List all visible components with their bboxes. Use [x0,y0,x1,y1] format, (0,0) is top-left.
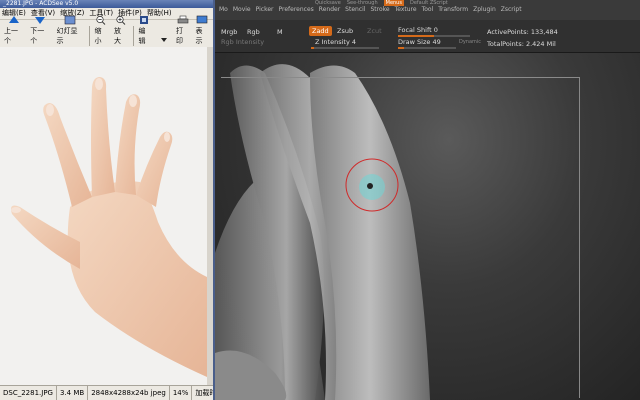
acdsee-window: _2281.JPG - ACDSee v5.0 编辑(E) 查看(V) 缩放(Z… [0,0,215,400]
nail [164,132,170,142]
draw-size-slider[interactable] [398,47,456,49]
nail [46,104,54,116]
zoom-out-icon [96,15,106,25]
prev-button[interactable]: 上一个 [2,15,26,46]
hand-photo [11,77,207,377]
status-zoom: 14% [170,386,193,400]
toolbar-separator [132,26,134,46]
toolbar-separator [88,26,90,46]
zbrush-menu-bar: Quicksave See-through Menus Default ZScr… [215,0,640,20]
canvas-border [221,77,580,398]
zoom-in-icon [116,15,126,25]
edit-button[interactable]: 编辑 [136,15,154,46]
rgb-intensity-slider[interactable]: Rgb Intensity [221,38,264,46]
nail [129,95,137,107]
see-through-button[interactable]: See-through [347,0,378,6]
status-filesize: 3.4 MB [57,386,89,400]
status-dimensions: 2848x4288x24b jpeg [88,386,170,400]
menus-button[interactable]: Menus [383,0,404,6]
default-zscript-button[interactable]: Default ZScript [410,0,448,6]
draw-size-label: Draw Size 49 [398,38,441,46]
chevron-down-icon [160,38,167,42]
photo-preview [0,47,207,386]
slideshow-icon [64,15,76,25]
m-button[interactable]: M [277,28,283,36]
mrgb-button[interactable]: Mrgb [221,28,237,36]
focal-shift-fill [398,35,434,37]
total-points-readout: TotalPoints: 2.424 Mil [487,40,556,48]
z-intensity-fill [311,47,314,49]
zoom-out-button[interactable]: 缩小 [93,15,111,46]
acdsee-title-bar: _2281.JPG - ACDSee v5.0 [0,0,213,8]
quicksave-button[interactable]: Quicksave [315,0,341,6]
arrow-down-icon [35,17,46,24]
slideshow-button[interactable]: 幻灯显示 [55,15,86,46]
next-button[interactable]: 下一个 [28,15,52,46]
z-intensity-slider[interactable] [311,47,379,49]
nail [11,207,21,213]
zsub-button[interactable]: Zsub [337,27,353,35]
print-button[interactable]: 打印 [174,15,192,46]
status-load-time: 加载时间 [192,386,213,400]
dynamic-button[interactable]: Dynamic [459,39,481,45]
rgb-button[interactable]: Rgb [247,28,260,36]
z-intensity-label: Z Intensity 4 [315,38,357,46]
active-points-readout: ActivePoints: 133,484 [487,28,558,36]
vertical-scrollbar[interactable] [207,47,213,386]
printer-icon [177,15,189,24]
desktop-icon [196,15,208,24]
edit-icon [140,16,149,24]
zoom-in-button[interactable]: 放大 [112,15,130,46]
draw-size-fill [398,47,404,49]
zcut-button[interactable]: Zcut [367,27,382,35]
focal-shift-label: Focal Shift 0 [398,26,438,34]
status-filename: DSC_2281.JPG [0,386,57,400]
arrow-up-icon [9,16,20,23]
zbrush-top-tabs: Quicksave See-through Menus Default ZScr… [215,0,640,6]
nail [95,78,103,90]
show-button[interactable]: 表示 [193,15,211,46]
focal-shift-slider[interactable] [398,35,470,37]
edit-dropdown[interactable] [156,35,172,46]
zbrush-top-shelf: Mrgb Rgb M Zadd Zsub Zcut Rgb Intensity … [215,20,640,53]
acdsee-status-bar: DSC_2281.JPG 3.4 MB 2848x4288x24b jpeg 1… [0,385,213,400]
zbrush-canvas[interactable] [215,53,640,400]
acdsee-toolbar: 上一个 下一个 幻灯显示 缩小 放大 编辑 打印 表示 [0,15,213,49]
zadd-button[interactable]: Zadd [309,26,332,36]
zbrush-window: Quicksave See-through Menus Default ZScr… [215,0,640,400]
